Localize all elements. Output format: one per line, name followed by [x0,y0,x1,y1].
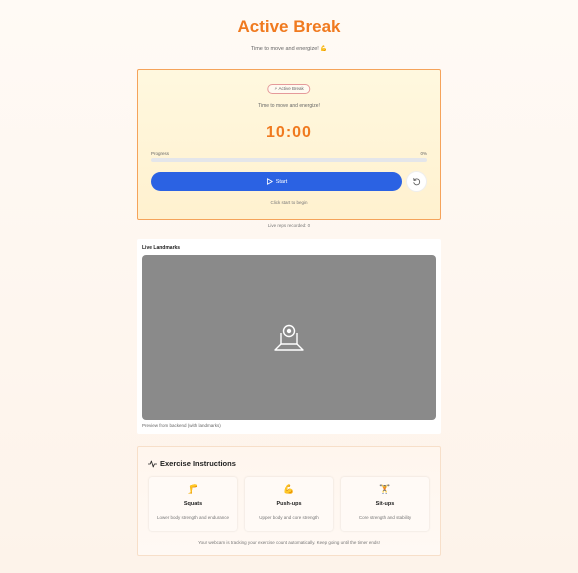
flexed-arm-icon: 💪 [283,484,295,494]
progress-bar [151,158,427,162]
reset-icon [413,177,421,186]
start-hint: Click start to begin [270,200,308,205]
start-button-label: Start [275,178,288,185]
instructions-card: Exercise Instructions 🦵 Squats Lower bod… [137,446,441,556]
exercise-card-pushups: 💪 Push-ups Upper body and core strength [245,477,333,531]
weightlifter-icon: 🏋️ [379,484,391,494]
exercise-desc: Core strength and stability [358,515,412,520]
video-preview [142,255,436,420]
exercise-name: Push-ups [276,501,302,507]
progress-percent: 0% [420,151,427,156]
mode-badge-label: Active Break [278,86,304,91]
landmarks-card: Live Landmarks Preview from backend (wit… [137,239,441,434]
instructions-title-label: Exercise Instructions [160,459,236,468]
mode-badge: ⚡ Active Break [267,84,311,94]
exercise-card-squats: 🦵 Squats Lower body strength and enduran… [149,477,237,531]
instructions-title: Exercise Instructions [148,459,236,468]
page-subtitle: Time to move and energize! 💪 [250,46,328,52]
reset-button[interactable] [406,171,427,192]
instructions-footer: Your webcam is tracking your exercise co… [198,540,380,545]
progress-label: Progress [151,151,170,156]
play-icon [266,178,273,185]
timer-card-subtitle: Time to move and energize! [258,103,320,109]
page-title: Active Break [237,17,341,36]
landmarks-title: Live Landmarks [142,245,181,251]
exercise-name: Squats [183,501,203,507]
webcam-icon [274,324,304,351]
countdown-timer: 10:00 [266,124,312,141]
reps-counter: Live reps recorded: 0 [267,223,311,228]
leg-icon: 🦵 [187,484,199,494]
exercise-card-situps: 🏋️ Sit-ups Core strength and stability [341,477,429,531]
video-caption: Preview from backend (with landmarks) [142,423,221,428]
timer-card: ⚡ Active Break Time to move and energize… [137,69,441,220]
start-button[interactable]: Start [151,172,402,191]
activity-icon [148,460,157,467]
exercise-name: Sit-ups [375,501,395,507]
exercise-desc: Lower body strength and endurance [156,515,230,520]
exercise-desc: Upper body and core strength [259,515,319,520]
lightning-icon: ⚡ [274,86,278,91]
